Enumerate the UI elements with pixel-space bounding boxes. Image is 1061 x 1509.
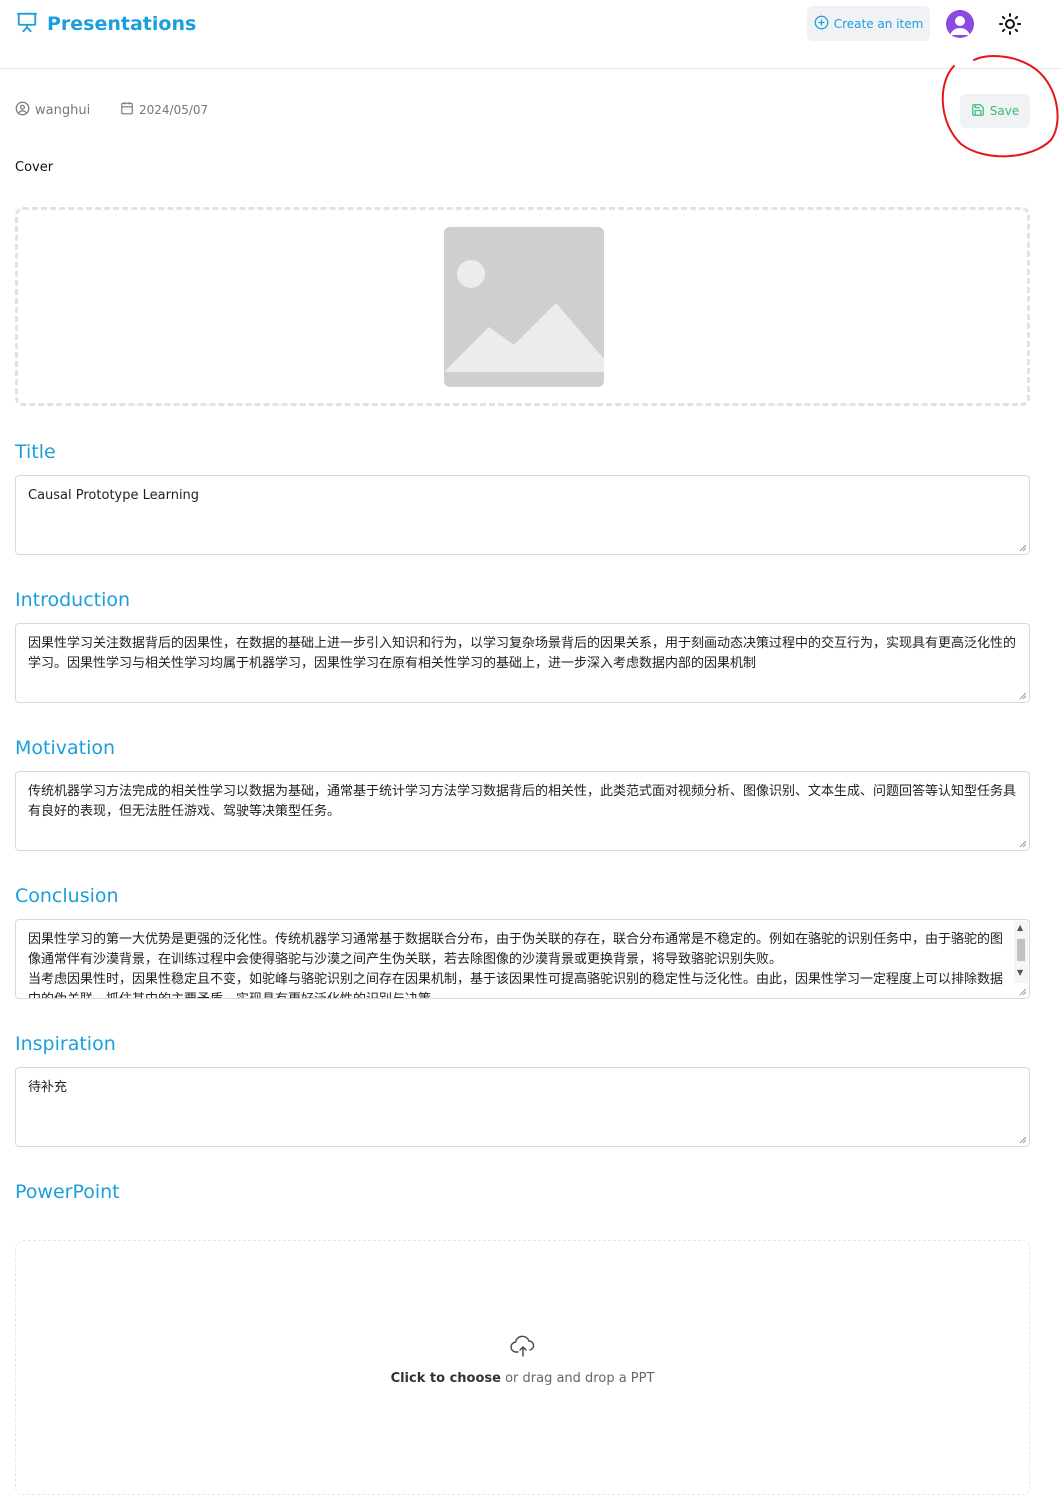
conclusion-heading: Conclusion: [15, 885, 119, 907]
author-name: wanghui: [35, 103, 91, 118]
save-icon: [971, 103, 985, 120]
top-bar: Presentations Create an item: [0, 0, 1061, 69]
cover-label: Cover: [15, 160, 54, 175]
introduction-value: 因果性学习关注数据背后的因果性，在数据的基础上进一步引入知识和行为，以学习复杂场…: [28, 636, 1017, 671]
author-info: wanghui: [15, 101, 90, 120]
scroll-thumb[interactable]: [1017, 939, 1025, 961]
date-text: 2024/05/07: [139, 102, 209, 117]
app-title: Presentations: [47, 13, 197, 35]
motivation-input[interactable]: 传统机器学习方法完成的相关性学习以数据为基础，通常基于统计学习方法学习数据背后的…: [15, 771, 1030, 851]
conclusion-scrollbar[interactable]: ▲ ▼: [1014, 921, 1028, 983]
inspiration-value: 待补充: [28, 1080, 68, 1095]
upload-click-label[interactable]: Click to choose: [391, 1371, 501, 1386]
resize-grip-icon[interactable]: [1018, 1135, 1027, 1144]
theme-toggle-button[interactable]: [998, 12, 1022, 36]
resize-grip-icon[interactable]: [1018, 839, 1027, 848]
upload-drag-label: or drag and drop a PPT: [500, 1371, 655, 1386]
create-item-label: Create an item: [833, 16, 924, 31]
introduction-input[interactable]: 因果性学习关注数据背后的因果性，在数据的基础上进一步引入知识和行为，以学习复杂场…: [15, 623, 1030, 703]
upload-instructions: Click to choose or drag and drop a PPT: [391, 1371, 655, 1386]
resize-grip-icon[interactable]: [1018, 543, 1027, 552]
title-value: Causal Prototype Learning: [28, 488, 200, 503]
motivation-heading: Motivation: [15, 737, 116, 759]
title-heading: Title: [15, 441, 56, 463]
conclusion-value: 因果性学习的第一大优势是更强的泛化性。传统机器学习通常基于数据联合分布，由于伪关…: [28, 932, 1004, 998]
app-logo[interactable]: Presentations: [16, 11, 196, 37]
calendar-icon: [120, 101, 134, 118]
date-info: 2024/05/07: [120, 101, 208, 118]
scroll-up-arrow-icon[interactable]: ▲: [1017, 924, 1023, 932]
motivation-value: 传统机器学习方法完成的相关性学习以数据为基础，通常基于统计学习方法学习数据背后的…: [28, 784, 1017, 819]
save-button[interactable]: Save: [960, 94, 1030, 128]
conclusion-input[interactable]: 因果性学习的第一大优势是更强的泛化性。传统机器学习通常基于数据联合分布，由于伪关…: [15, 919, 1030, 999]
cloud-upload-icon: [509, 1335, 536, 1361]
presentation-icon: [16, 11, 38, 37]
sun-icon: [998, 13, 1022, 40]
powerpoint-heading: PowerPoint: [15, 1181, 120, 1203]
create-item-button[interactable]: Create an item: [807, 6, 930, 41]
inspiration-heading: Inspiration: [15, 1033, 116, 1055]
plus-circle-icon: [814, 15, 829, 33]
scroll-down-arrow-icon[interactable]: ▼: [1017, 969, 1023, 977]
inspiration-input[interactable]: 待补充: [15, 1067, 1030, 1147]
introduction-heading: Introduction: [15, 589, 131, 611]
save-label: Save: [989, 104, 1020, 118]
cover-upload-area[interactable]: [15, 207, 1030, 406]
title-input[interactable]: Causal Prototype Learning: [15, 475, 1030, 555]
resize-grip-icon[interactable]: [1018, 691, 1027, 700]
resize-grip-icon[interactable]: [1018, 987, 1027, 996]
user-circle-icon: [15, 101, 30, 120]
ppt-upload-dropzone[interactable]: Click to choose or drag and drop a PPT: [15, 1240, 1030, 1495]
avatar[interactable]: [946, 10, 974, 38]
image-placeholder-icon: [444, 227, 604, 387]
